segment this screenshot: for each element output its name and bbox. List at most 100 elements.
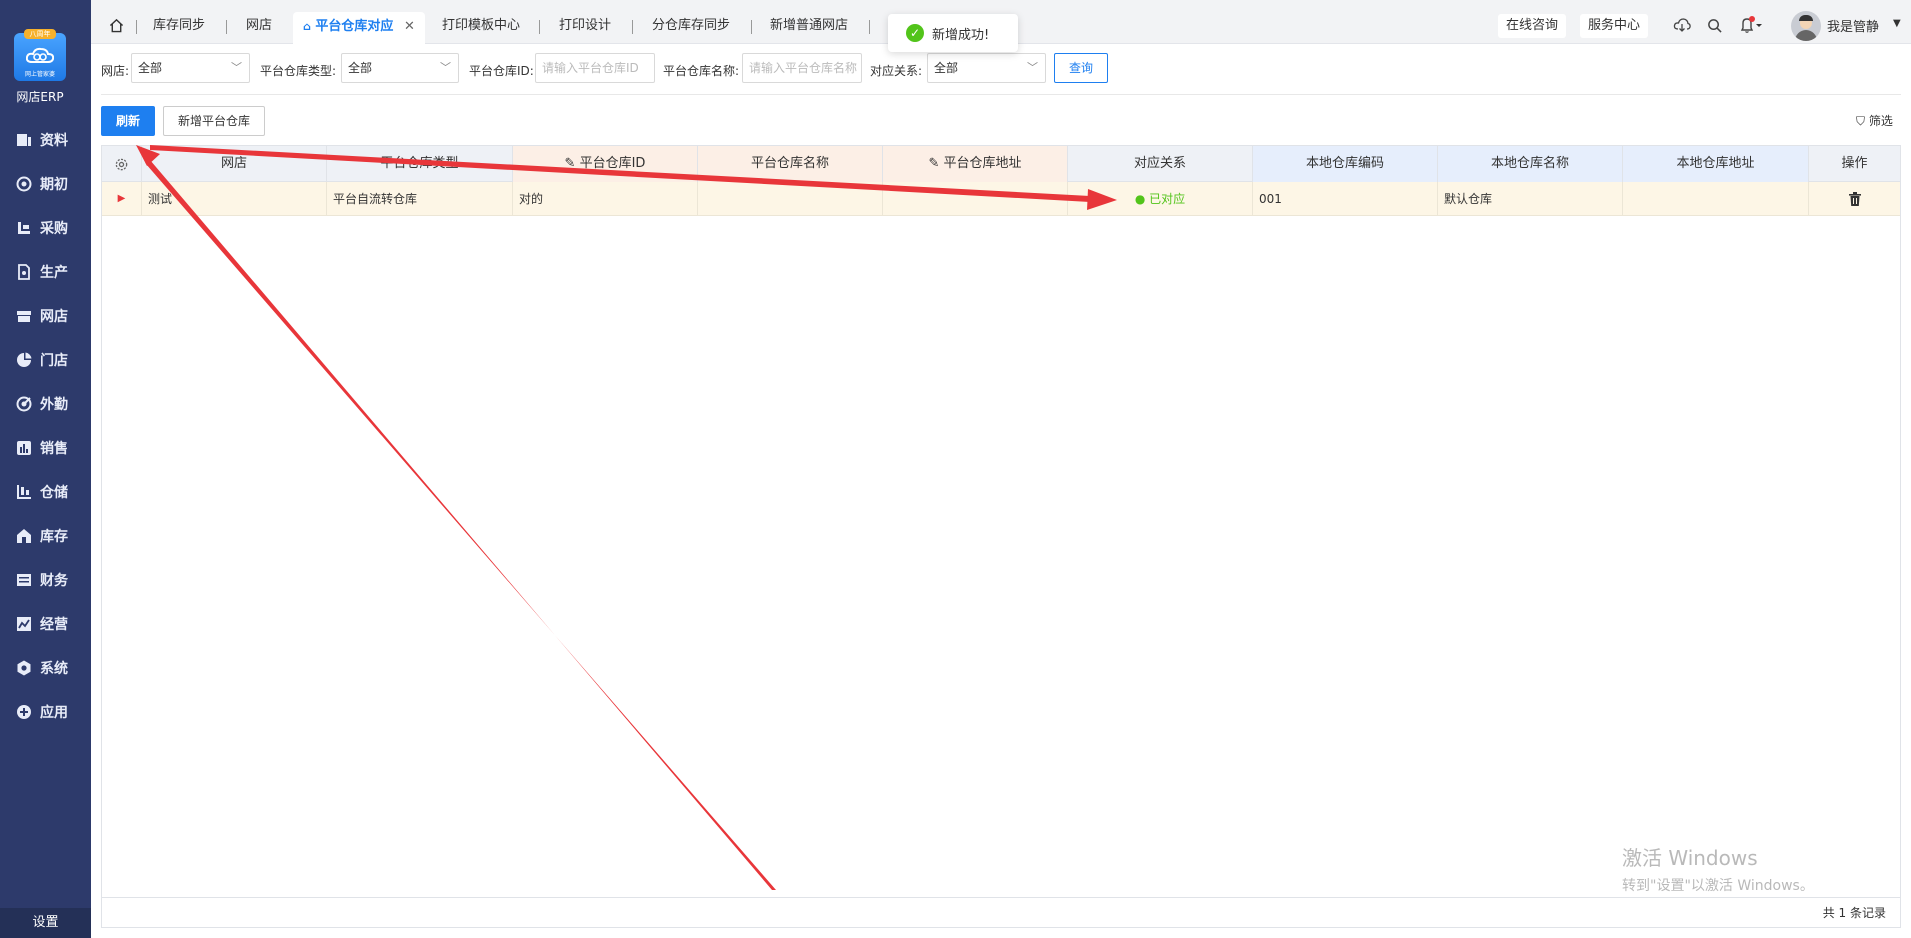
sidebar-item-system[interactable]: 系统 xyxy=(0,650,91,686)
tab-branch-sync[interactable]: 分仓库存同步 xyxy=(652,13,730,39)
select-value: 全部 xyxy=(348,61,373,75)
add-platform-warehouse-button[interactable]: 新增平台仓库 xyxy=(163,106,265,136)
cloud-logo-icon xyxy=(26,47,54,63)
status-dot-icon: ● xyxy=(1134,192,1146,206)
cell-local-address xyxy=(1623,182,1809,216)
logo-subtitle: 网上管家婆 xyxy=(24,71,55,78)
tab-platform-warehouse[interactable]: ⌂ 平台仓库对应 ✕ xyxy=(293,12,425,44)
online-consult-button[interactable]: 在线咨询 xyxy=(1498,14,1567,38)
sidebar-item-finance[interactable]: 财务 xyxy=(0,562,91,598)
column-relation[interactable]: 对应关系 xyxy=(1068,146,1253,182)
avatar[interactable] xyxy=(1791,11,1821,41)
cell-store: 测试 xyxy=(142,182,327,216)
sidebar-item-purchase[interactable]: 采购 xyxy=(0,210,91,246)
data-icon xyxy=(17,134,31,146)
column-label: 平台仓库地址 xyxy=(943,156,1022,171)
column-platform-name[interactable]: 平台仓库名称 xyxy=(698,146,883,182)
sidebar-item-sales[interactable]: 销售 xyxy=(0,430,91,466)
sidebar-item-inventory[interactable]: 库存 xyxy=(0,518,91,554)
chevron-down-icon: ﹀ xyxy=(231,61,242,74)
sidebar-item-label: 期初 xyxy=(40,177,68,193)
chevron-down-icon: ﹀ xyxy=(440,61,451,74)
tab-divider xyxy=(632,20,633,34)
sidebar: 八周年 网上管家婆 网店ERP 资料 期初 采购 生产 网店 门店 外勤 销售 … xyxy=(0,0,91,938)
filter-toggle[interactable]: ⛉ 筛选 xyxy=(1856,112,1893,129)
edit-icon: ✎ xyxy=(928,156,940,171)
tab-store[interactable]: 网店 xyxy=(246,13,272,39)
relation-filter-label: 对应关系: xyxy=(870,64,923,78)
column-platform-type[interactable]: 平台仓库类型 xyxy=(327,146,513,182)
tab-inventory-sync[interactable]: 库存同步 xyxy=(153,13,205,39)
sidebar-item-production[interactable]: 生产 xyxy=(0,254,91,290)
sidebar-item-apps[interactable]: 应用 xyxy=(0,694,91,730)
sidebar-item-store[interactable]: 网店 xyxy=(0,298,91,334)
store-filter-label: 网店: xyxy=(101,64,130,78)
username[interactable]: 我是管静 xyxy=(1827,16,1879,35)
column-local-name[interactable]: 本地仓库名称 xyxy=(1438,146,1623,182)
toast-message: 新增成功! xyxy=(932,27,990,43)
column-platform-address[interactable]: ✎ 平台仓库地址 xyxy=(883,146,1068,182)
sidebar-item-label: 外勤 xyxy=(40,397,68,413)
store-icon xyxy=(17,311,31,322)
plus-icon xyxy=(17,705,31,719)
column-local-address[interactable]: 本地仓库地址 xyxy=(1623,146,1809,182)
warehouse-table: 网店 平台仓库类型 ✎ 平台仓库ID 平台仓库名称 ✎ 平台仓库地址 对应关系 … xyxy=(101,145,1901,928)
cell-platform-address[interactable] xyxy=(883,182,1068,216)
service-center-button[interactable]: 服务中心 xyxy=(1580,14,1649,38)
column-label: 平台仓库ID xyxy=(579,156,646,171)
column-settings[interactable] xyxy=(102,146,142,182)
sidebar-item-data[interactable]: 资料 xyxy=(0,122,91,158)
edit-icon: ✎ xyxy=(564,156,576,171)
refresh-button[interactable]: 刷新 xyxy=(101,106,155,136)
tab-divider xyxy=(226,20,227,34)
sales-icon xyxy=(17,441,31,455)
sidebar-item-operation[interactable]: 经营 xyxy=(0,606,91,642)
delete-button[interactable] xyxy=(1809,182,1900,216)
expand-arrow-icon[interactable]: ▶ xyxy=(102,182,142,216)
sidebar-item-shop[interactable]: 门店 xyxy=(0,342,91,378)
tab-new-store[interactable]: 新增普通网店 xyxy=(770,13,848,39)
close-icon[interactable]: ✕ xyxy=(404,19,415,34)
tab-divider xyxy=(136,20,137,34)
app-name: 网店ERP xyxy=(16,90,64,104)
sidebar-item-warehouse[interactable]: 仓储 xyxy=(0,474,91,510)
watermark-subtitle: 转到"设置"以激活 Windows。 xyxy=(1622,878,1814,894)
search-icon[interactable] xyxy=(1707,18,1722,33)
sidebar-item-label: 销售 xyxy=(40,441,68,457)
chevron-down-icon[interactable]: ▼ xyxy=(1893,18,1901,29)
tab-print-template[interactable]: 打印模板中心 xyxy=(442,13,520,39)
sidebar-item-initial[interactable]: 期初 xyxy=(0,166,91,202)
filter-toggle-label: 筛选 xyxy=(1868,114,1893,128)
column-store[interactable]: 网店 xyxy=(142,146,327,182)
cell-platform-id[interactable]: 对的 xyxy=(513,182,698,216)
cell-platform-name[interactable] xyxy=(698,182,883,216)
home-icon[interactable] xyxy=(109,18,124,33)
settings-button[interactable]: 设置 xyxy=(0,908,91,938)
column-platform-id[interactable]: ✎ 平台仓库ID xyxy=(513,146,698,182)
cell-local-code: 001 xyxy=(1253,182,1438,216)
column-actions: 操作 xyxy=(1841,156,1868,171)
relation-filter-select[interactable]: 全部 ﹀ xyxy=(927,53,1046,83)
query-button[interactable]: 查询 xyxy=(1054,53,1108,83)
check-circle-icon: ✓ xyxy=(906,24,924,42)
sidebar-item-label: 应用 xyxy=(40,705,68,721)
table-row[interactable]: ▶ 测试 平台自流转仓库 对的 ● 已对应 001 默认仓库 xyxy=(102,182,1900,216)
operation-icon xyxy=(17,617,31,631)
sidebar-item-field[interactable]: 外勤 xyxy=(0,386,91,422)
column-local-code[interactable]: 本地仓库编码 xyxy=(1253,146,1438,182)
tab-print-design[interactable]: 打印设计 xyxy=(559,13,611,39)
chevron-down-icon: ﹀ xyxy=(1027,61,1038,74)
gear-icon xyxy=(115,158,128,171)
sidebar-item-label: 仓储 xyxy=(40,485,68,501)
cloud-download-icon[interactable] xyxy=(1673,17,1691,33)
table-header: 网店 平台仓库类型 ✎ 平台仓库ID 平台仓库名称 ✎ 平台仓库地址 对应关系 … xyxy=(102,146,1900,182)
bell-icon[interactable] xyxy=(1739,16,1765,34)
system-icon xyxy=(17,660,31,676)
type-filter-select[interactable]: 全部 ﹀ xyxy=(341,53,459,83)
tab-divider xyxy=(539,20,540,34)
initial-icon xyxy=(16,176,32,192)
sidebar-item-label: 门店 xyxy=(40,353,68,369)
platform-name-input[interactable]: 请输入平台仓库名称 xyxy=(742,53,862,83)
platform-id-input[interactable]: 请输入平台仓库ID xyxy=(535,53,655,83)
store-filter-select[interactable]: 全部 ﹀ xyxy=(131,53,250,83)
